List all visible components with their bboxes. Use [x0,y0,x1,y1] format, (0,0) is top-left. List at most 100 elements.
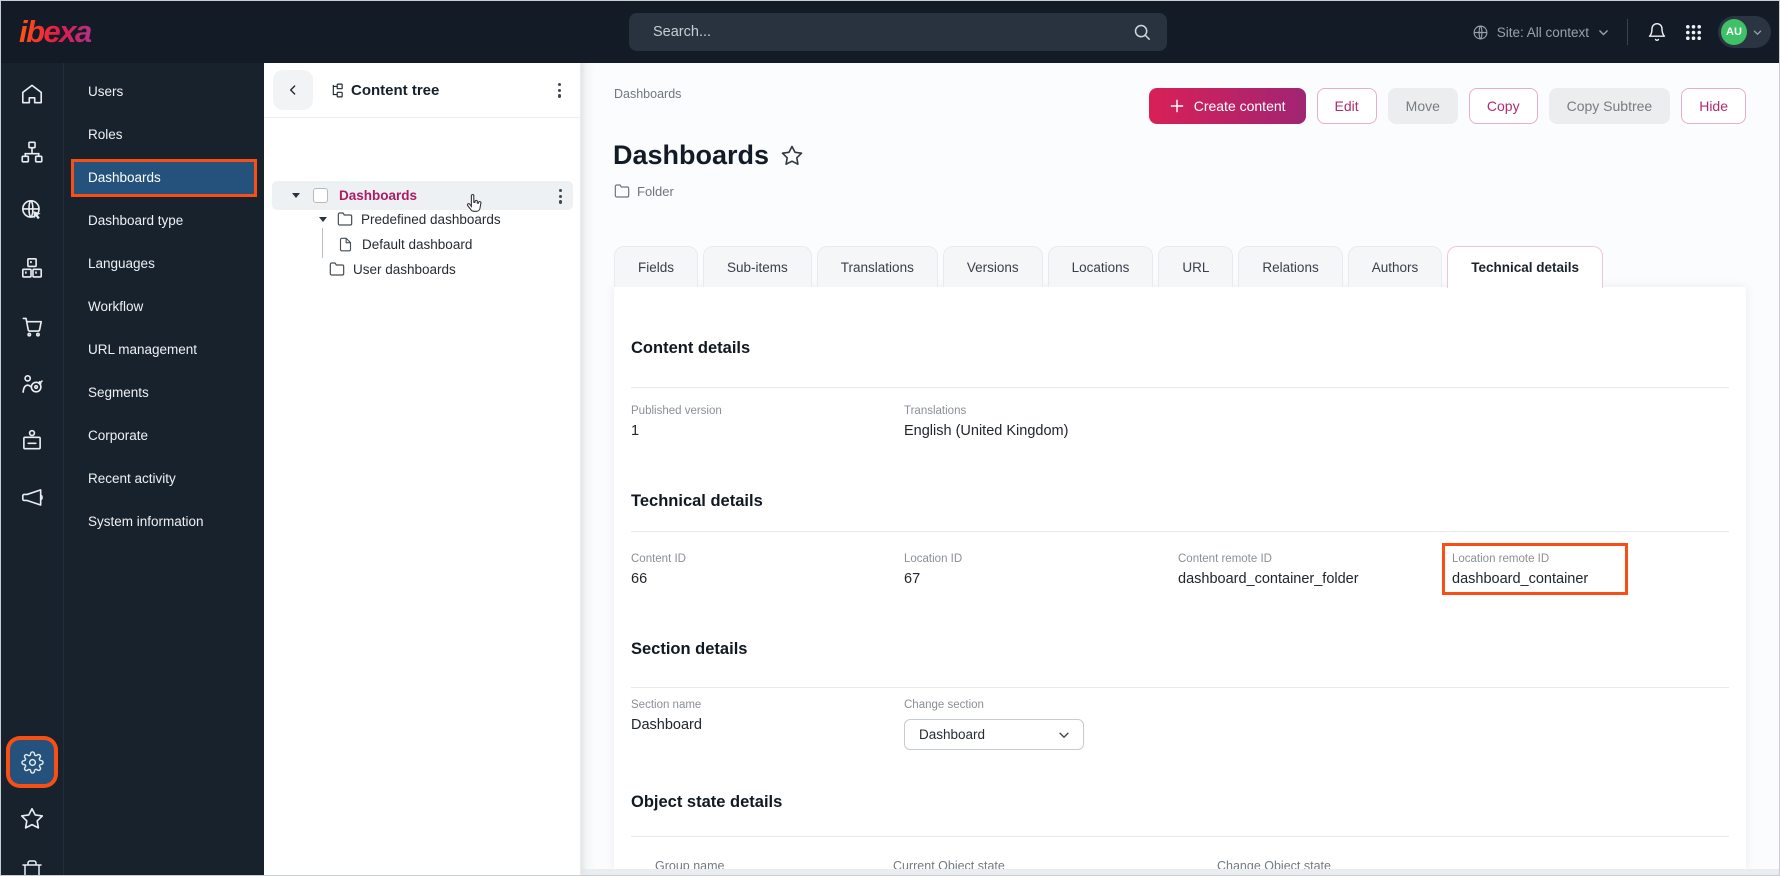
sidebar-item-roles[interactable]: Roles [64,113,264,156]
nav-content-structure[interactable] [19,139,45,165]
nav-marketing[interactable] [19,485,45,511]
field-content-remote-id: Content remote ID dashboard_container_fo… [1178,553,1359,587]
tab-translations[interactable]: Translations [817,246,938,287]
field-change-section: Change section [904,699,984,717]
section-heading-content-details: Content details [631,339,750,358]
nav-site[interactable] [19,197,45,223]
nav-admin[interactable] [10,740,54,784]
tab-url[interactable]: URL [1158,246,1233,287]
divider [631,387,1729,388]
hide-button[interactable]: Hide [1681,88,1746,124]
field-location-id: Location ID 67 [904,553,962,587]
notifications-button[interactable] [1645,20,1669,44]
ibexa-logo[interactable]: ibexa [19,14,91,50]
tab-versions[interactable]: Versions [943,246,1043,287]
search-input[interactable] [629,24,1133,40]
grid-icon [1684,23,1703,42]
copy-subtree-button[interactable]: Copy Subtree [1549,88,1671,124]
admin-sidebar: Users Roles Dashboards Dashboard type La… [63,63,264,876]
folder-icon [329,261,345,277]
tree-item-options-button[interactable] [555,185,566,208]
chevron-left-icon [285,82,301,98]
tab-bar: Fields Sub-items Translations Versions L… [614,246,1603,288]
field-content-id: Content ID 66 [631,553,686,587]
create-content-button[interactable]: Create content [1149,88,1306,124]
tab-sub-items[interactable]: Sub-items [703,246,812,287]
tree-item-user-dashboards[interactable]: User dashboards [264,257,456,281]
hierarchy-icon [19,139,45,165]
user-menu[interactable]: AU [1718,16,1771,48]
tab-authors[interactable]: Authors [1348,246,1443,287]
file-icon [338,237,353,252]
tab-locations[interactable]: Locations [1048,246,1154,287]
sidebar-item-users[interactable]: Users [64,70,264,113]
avatar: AU [1721,19,1747,45]
sidebar-item-system-information[interactable]: System information [64,500,264,543]
chevron-down-icon [1752,27,1763,38]
app-switcher-button[interactable] [1682,21,1705,44]
tab-fields[interactable]: Fields [614,246,698,287]
globe-icon [1472,24,1489,41]
technical-details-panel: Content details Published version 1 Tran… [614,287,1746,869]
tree-item-label: Default dashboard [362,237,472,252]
sidebar-item-languages[interactable]: Languages [64,242,264,285]
viewport-cut-strip [581,869,1780,876]
trash-icon [20,859,44,876]
sidebar-item-corporate[interactable]: Corporate [64,414,264,457]
target-person-icon [19,371,45,397]
main-content: Dashboards Create content Edit Move Copy… [581,63,1780,876]
field-location-remote-id: Location remote ID dashboard_container [1452,553,1588,587]
content-type-row: Folder [614,183,674,199]
bell-icon [1647,22,1667,42]
sidebar-item-segments[interactable]: Segments [64,371,264,414]
content-tree-title: Content tree [351,82,439,99]
nav-personalization[interactable] [19,371,45,397]
nav-products[interactable] [19,255,45,281]
folder-icon [614,183,630,199]
sidebar-item-dashboard-type[interactable]: Dashboard type [64,199,264,242]
bookmark-star-icon[interactable] [780,144,804,168]
global-search[interactable] [629,13,1167,51]
copy-button[interactable]: Copy [1469,88,1538,124]
caret-down-icon[interactable] [292,193,300,198]
megaphone-icon [19,485,45,511]
tree-item-dashboards[interactable]: Dashboards [272,181,573,210]
divider [631,531,1729,532]
divider [631,836,1729,837]
chevron-down-icon [1057,728,1071,742]
id-badge-icon [19,427,45,453]
nav-bookmarks[interactable] [19,806,45,832]
nav-home[interactable] [19,81,45,107]
tree-item-label: Dashboards [339,188,417,203]
nav-corporate[interactable] [19,427,45,453]
collapse-tree-button[interactable] [273,70,313,110]
sidebar-item-dashboards[interactable]: Dashboards [74,162,254,194]
icon-rail [1,63,63,876]
edit-button[interactable]: Edit [1317,88,1377,124]
tree-item-default-dashboard[interactable]: Default dashboard [264,232,472,256]
sidebar-item-recent-activity[interactable]: Recent activity [64,457,264,500]
page-title: Dashboards [613,140,769,171]
topbar-divider [1627,19,1628,45]
chevron-down-icon [1597,26,1610,39]
nav-trash[interactable] [20,859,44,876]
tab-relations[interactable]: Relations [1238,246,1342,287]
sidebar-item-url-management[interactable]: URL management [64,328,264,371]
topbar: ibexa Site: All context [1,1,1780,63]
field-translations: Translations English (United Kingdom) [904,405,1068,439]
move-button[interactable]: Move [1388,88,1458,124]
divider [631,687,1729,688]
section-heading-technical-details: Technical details [631,492,763,511]
tab-technical-details[interactable]: Technical details [1447,246,1603,288]
cart-icon [19,313,45,339]
breadcrumb[interactable]: Dashboards [614,87,681,101]
change-section-dropdown[interactable]: Dashboard [904,719,1084,750]
site-context-selector[interactable]: Site: All context [1472,24,1610,41]
tree-options-button[interactable] [554,79,565,102]
ibexa-admin-screen: ibexa Site: All context [0,0,1780,876]
nav-commerce[interactable] [19,313,45,339]
sidebar-item-workflow[interactable]: Workflow [64,285,264,328]
tree-item-checkbox[interactable] [313,188,328,203]
boxes-icon [19,255,45,281]
caret-down-icon[interactable] [319,217,327,222]
